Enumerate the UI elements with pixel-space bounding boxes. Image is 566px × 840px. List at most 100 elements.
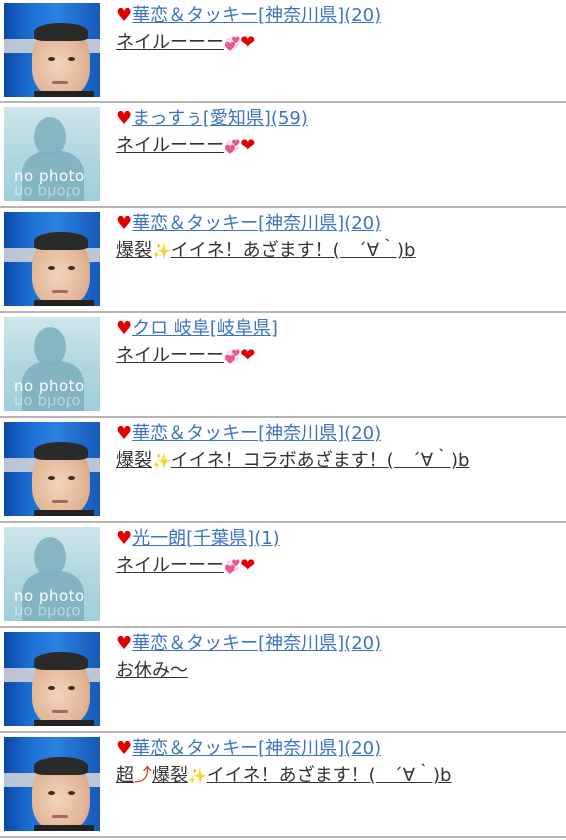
no-photo-reflection: no photo (14, 183, 81, 201)
eye-shape (68, 791, 75, 795)
shirt-shape (34, 91, 94, 97)
mouth-shape (52, 815, 68, 818)
avatar[interactable] (4, 632, 100, 726)
message-text: 爆裂 (116, 450, 152, 471)
message-text: 爆裂 (116, 240, 152, 261)
user-name-link[interactable]: ♥華恋＆タッキー[神奈川県](20) (116, 632, 381, 656)
comment-row: no photo no photo ♥まっすぅ[愛知県](59) ネイルーーー💞❤ (0, 103, 566, 208)
heart-icon: ❤ (240, 345, 256, 366)
message-link[interactable]: 超⤴爆裂✨イイネ！あざます！( ´∀｀)b (116, 764, 451, 788)
heart-icon: ♥ (116, 633, 133, 654)
comment-row: ♥華恋＆タッキー[神奈川県](20) 爆裂✨イイネ！コラボあざます！( ´∀｀)b (0, 418, 566, 523)
user-name-link[interactable]: ♥華恋＆タッキー[神奈川県](20) (116, 4, 381, 28)
user-name-text: クロ 岐阜[岐阜県] (132, 318, 278, 339)
eye-shape (68, 476, 75, 480)
comment-row: no photo no photo ♥光一朗[千葉県](1) ネイルーーー💞❤ (0, 523, 566, 628)
comment-row: no photo no photo ♥クロ 岐阜[岐阜県] ネイルーーー💞❤ (0, 313, 566, 418)
message-text: イイネ！コラボあざます！( ´∀｀)b (170, 450, 470, 471)
message-text: ネイルーーー (116, 555, 224, 576)
comment-row: ♥華恋＆タッキー[神奈川県](20) 爆裂✨イイネ！あざます！( ´∀｀)b (0, 208, 566, 313)
sparkle-icon: ✨ (188, 767, 207, 785)
message-link[interactable]: ネイルーーー💞❤ (116, 31, 255, 57)
heart-icon: ❤ (240, 135, 256, 156)
sparkle-icon: ✨ (152, 242, 171, 260)
heart-icon: ♥ (116, 108, 133, 129)
eye-shape (48, 476, 55, 480)
no-photo-reflection: no photo (14, 603, 81, 621)
hearts-icon: 💞 (224, 37, 241, 52)
heart-icon: ♥ (116, 423, 133, 444)
eye-shape (48, 791, 55, 795)
user-name-text: 光一朗[千葉県](1) (132, 528, 280, 549)
hearts-icon: 💞 (224, 350, 241, 365)
message-link[interactable]: お休み〜 (116, 659, 188, 683)
user-name-link[interactable]: ♥光一朗[千葉県](1) (116, 527, 280, 551)
avatar[interactable] (4, 737, 100, 831)
message-text: イイネ！あざます！( ´∀｀)b (206, 765, 452, 786)
heart-icon: ♥ (116, 213, 133, 234)
shirt-shape (34, 720, 94, 726)
hair-shape (34, 442, 88, 460)
hearts-icon: 💞 (224, 140, 241, 155)
message-link[interactable]: ネイルーーー💞❤ (116, 554, 255, 580)
heart-icon: ♥ (116, 738, 133, 759)
user-name-text: 華恋＆タッキー[神奈川県](20) (132, 738, 382, 759)
mouth-shape (52, 500, 68, 503)
eye-shape (68, 57, 75, 61)
user-name-text: まっすぅ[愛知県](59) (132, 108, 308, 129)
comment-list: ♥華恋＆タッキー[神奈川県](20) ネイルーーー💞❤ no photo no pho… (0, 0, 566, 838)
message-link[interactable]: ネイルーーー💞❤ (116, 344, 255, 370)
hair-shape (34, 23, 88, 41)
user-name-text: 華恋＆タッキー[神奈川県](20) (132, 633, 382, 654)
message-text: 超 (116, 765, 134, 786)
comment-row: ♥華恋＆タッキー[神奈川県](20) 超⤴爆裂✨イイネ！あざます！( ´∀｀)b (0, 733, 566, 838)
avatar[interactable] (4, 422, 100, 516)
hair-shape (34, 652, 88, 670)
heart-icon: ♥ (116, 318, 133, 339)
user-name-link[interactable]: ♥華恋＆タッキー[神奈川県](20) (116, 212, 381, 236)
hearts-icon: 💞 (224, 560, 241, 575)
message-text: ネイルーーー (116, 345, 224, 366)
avatar[interactable]: no photo no photo (4, 317, 100, 411)
message-link[interactable]: ネイルーーー💞❤ (116, 134, 255, 160)
user-name-text: 華恋＆タッキー[神奈川県](20) (132, 423, 382, 444)
shirt-shape (34, 510, 94, 516)
mouth-shape (52, 290, 68, 293)
message-text: ネイルーーー (116, 32, 224, 53)
user-name-link[interactable]: ♥クロ 岐阜[岐阜県] (116, 317, 278, 341)
comment-row: ♥華恋＆タッキー[神奈川県](20) ネイルーーー💞❤ (0, 0, 566, 103)
mouth-shape (52, 81, 68, 84)
avatar[interactable]: no photo no photo (4, 527, 100, 621)
user-name-link[interactable]: ♥華恋＆タッキー[神奈川県](20) (116, 422, 381, 446)
heart-icon: ♥ (116, 5, 133, 26)
user-name-text: 華恋＆タッキー[神奈川県](20) (132, 213, 382, 234)
message-text: 爆裂 (152, 765, 188, 786)
message-link[interactable]: 爆裂✨イイネ！あざます！( ´∀｀)b (116, 239, 415, 263)
message-text: お休み〜 (116, 660, 188, 681)
heart-icon: ❤ (240, 32, 256, 53)
eye-shape (48, 57, 55, 61)
no-photo-reflection: no photo (14, 393, 81, 411)
user-name-link[interactable]: ♥華恋＆タッキー[神奈川県](20) (116, 737, 381, 761)
shirt-shape (34, 300, 94, 306)
avatar[interactable] (4, 212, 100, 306)
heart-icon: ♥ (116, 528, 133, 549)
avatar[interactable]: no photo no photo (4, 107, 100, 201)
comment-row: ♥華恋＆タッキー[神奈川県](20) お休み〜 (0, 628, 566, 733)
up-arrow-icon: ⤴ (134, 765, 152, 786)
heart-icon: ❤ (240, 555, 256, 576)
eye-shape (68, 686, 75, 690)
hair-shape (34, 757, 88, 775)
eye-shape (48, 266, 55, 270)
hair-shape (34, 232, 88, 250)
sparkle-icon: ✨ (152, 452, 171, 470)
avatar[interactable] (4, 3, 100, 97)
user-name-link[interactable]: ♥まっすぅ[愛知県](59) (116, 107, 308, 131)
message-link[interactable]: 爆裂✨イイネ！コラボあざます！( ´∀｀)b (116, 449, 469, 473)
eye-shape (48, 686, 55, 690)
message-text: イイネ！あざます！( ´∀｀)b (170, 240, 416, 261)
shirt-shape (34, 825, 94, 831)
message-text: ネイルーーー (116, 135, 224, 156)
mouth-shape (52, 710, 68, 713)
eye-shape (68, 266, 75, 270)
